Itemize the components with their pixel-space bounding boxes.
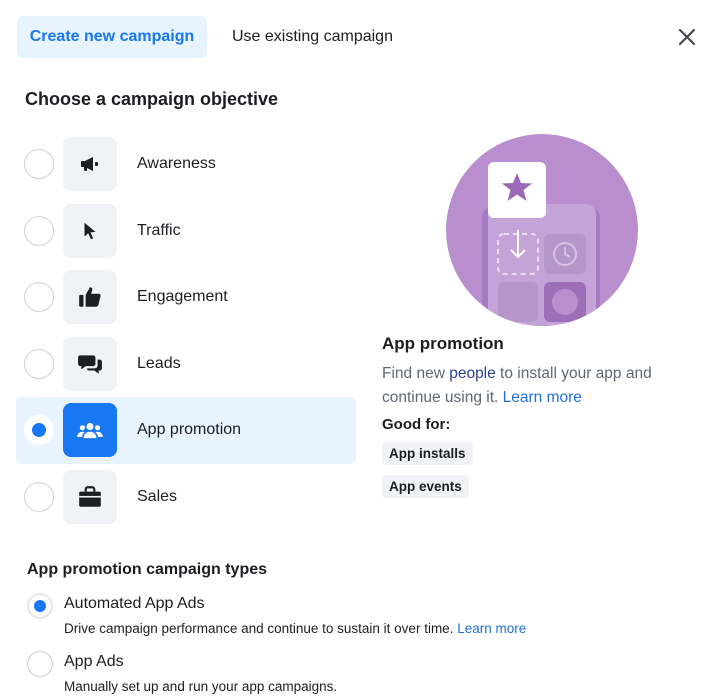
objective-leads[interactable]: Leads	[16, 331, 356, 398]
close-icon[interactable]	[674, 24, 700, 50]
type-description: Drive campaign performance and continue …	[64, 621, 526, 636]
chip-app-events: App events	[382, 475, 469, 498]
tab-bar: Create new campaign Use existing campaig…	[17, 16, 407, 58]
objective-label: App promotion	[137, 421, 242, 439]
type-name: Automated App Ads	[64, 595, 205, 612]
cursor-icon	[63, 203, 117, 258]
app-promotion-illustration	[446, 134, 638, 326]
objective-engagement[interactable]: Engagement	[16, 264, 356, 331]
good-for-chips: App installs App events	[382, 433, 702, 498]
objective-awareness[interactable]: Awareness	[16, 131, 356, 198]
people-group-icon	[63, 403, 117, 458]
detail-description: Find new people to install your app and …	[382, 362, 702, 410]
type-name: App Ads	[64, 653, 124, 670]
type-desc-text: Drive campaign performance and continue …	[64, 621, 454, 636]
objective-detail-panel: App promotion Find new people to install…	[382, 334, 702, 498]
people-link[interactable]: people	[449, 365, 496, 382]
thumbs-up-icon	[63, 270, 117, 325]
tab-use-existing-campaign[interactable]: Use existing campaign	[219, 16, 407, 58]
learn-more-link[interactable]: Learn more	[457, 621, 526, 636]
objective-app-promotion[interactable]: App promotion	[16, 397, 356, 464]
objective-label: Sales	[137, 487, 178, 505]
section-title: Choose a campaign objective	[25, 89, 279, 109]
radio-button[interactable]	[24, 215, 54, 246]
objective-label: Awareness	[137, 155, 216, 173]
chat-bubbles-icon	[63, 336, 117, 391]
detail-title: App promotion	[382, 334, 504, 353]
type-description: Manually set up and run your app campaig…	[64, 679, 338, 694]
radio-button-selected[interactable]	[24, 415, 54, 446]
good-for-heading: Good for:	[382, 416, 451, 433]
objective-list: Awareness Traffic Engagement Leads App p…	[16, 131, 356, 530]
detail-desc-text: Find new	[382, 365, 450, 382]
megaphone-icon	[63, 137, 117, 192]
campaign-types-title: App promotion campaign types	[27, 561, 268, 578]
radio-button[interactable]	[24, 149, 54, 180]
radio-button-selected[interactable]	[27, 593, 53, 619]
radio-button[interactable]	[24, 282, 54, 313]
radio-button[interactable]	[24, 348, 54, 379]
objective-label: Leads	[137, 354, 181, 372]
radio-button[interactable]	[24, 481, 54, 512]
objective-sales[interactable]: Sales	[16, 464, 356, 531]
chip-app-installs: App installs	[382, 442, 473, 465]
learn-more-link[interactable]: Learn more	[503, 389, 582, 406]
radio-button[interactable]	[27, 651, 53, 677]
shopping-bag-icon	[63, 469, 117, 524]
tab-create-new-campaign[interactable]: Create new campaign	[17, 16, 207, 58]
objective-label: Traffic	[137, 221, 181, 239]
objective-traffic[interactable]: Traffic	[16, 198, 356, 265]
objective-label: Engagement	[137, 288, 228, 306]
